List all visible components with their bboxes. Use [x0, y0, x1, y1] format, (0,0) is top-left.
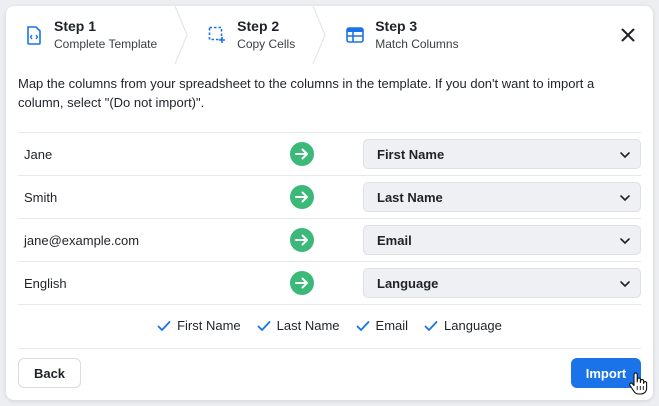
- close-icon: [621, 28, 635, 42]
- arrow-right-icon: [290, 228, 314, 252]
- document-code-icon: [24, 25, 44, 45]
- select-value: Email: [377, 232, 412, 248]
- step-3-title: Step 3: [375, 18, 418, 34]
- arrow-right-icon: [290, 185, 314, 209]
- source-column-label: jane@example.com: [24, 232, 140, 248]
- chevron-down-icon: [620, 281, 630, 288]
- close-button[interactable]: [617, 24, 639, 46]
- select-cells-icon: [207, 25, 227, 45]
- instructions-text: Map the columns from your spreadsheet to…: [18, 76, 595, 110]
- source-column-label: Jane: [24, 146, 53, 162]
- check-icon: [257, 320, 271, 331]
- mapped-columns-summary: First Name Last Name Email Language: [6, 318, 653, 333]
- mapped-column-label: Last Name: [276, 318, 340, 333]
- select-value: Language: [377, 275, 439, 291]
- target-column-select[interactable]: Last Name: [363, 182, 641, 212]
- check-icon: [424, 320, 438, 331]
- table-icon: [345, 25, 365, 45]
- step-2-subtitle: Copy Cells: [237, 37, 296, 51]
- target-column-select[interactable]: Language: [363, 268, 641, 298]
- step-3: Step 3 Match Columns: [327, 6, 459, 64]
- step-3-subtitle: Match Columns: [375, 37, 459, 51]
- source-column-label: Smith: [24, 189, 58, 205]
- back-button[interactable]: Back: [18, 358, 81, 388]
- mapping-row: English Language: [18, 262, 641, 305]
- step-2: Step 2 Copy Cells: [189, 6, 327, 64]
- check-icon: [157, 320, 171, 331]
- mapped-column-label: Language: [444, 318, 502, 333]
- check-icon: [356, 320, 369, 331]
- mapped-column-item: Email: [356, 318, 409, 333]
- select-value: First Name: [377, 146, 445, 162]
- mapping-row: jane@example.com Email: [18, 219, 641, 262]
- step-1: Step 1 Complete Template: [6, 6, 189, 64]
- target-column-select[interactable]: Email: [363, 225, 641, 255]
- chevron-down-icon: [620, 152, 630, 159]
- select-value: Last Name: [377, 189, 443, 205]
- arrow-right-icon: [290, 142, 314, 166]
- mapped-column-label: Email: [375, 318, 409, 333]
- step-separator: [312, 6, 326, 64]
- hand-pointer-cursor-icon: [629, 372, 648, 395]
- mapped-column-item: First Name: [157, 318, 241, 333]
- mapped-column-item: Language: [424, 318, 502, 333]
- arrow-right-icon: [290, 271, 314, 295]
- chevron-down-icon: [620, 195, 630, 202]
- footer-divider: [18, 348, 641, 349]
- step-separator: [174, 6, 188, 64]
- step-2-title: Step 2: [237, 18, 280, 34]
- import-dialog: Step 1 Complete Template Step 2 Copy Cel…: [6, 6, 653, 400]
- mapping-table: Jane First Name Smith Last Name jane@exa…: [18, 132, 641, 305]
- source-column-label: English: [24, 275, 67, 291]
- step-1-title: Step 1: [54, 18, 97, 34]
- target-column-select[interactable]: First Name: [363, 139, 641, 169]
- chevron-down-icon: [620, 238, 630, 245]
- stepper: Step 1 Complete Template Step 2 Copy Cel…: [6, 6, 653, 64]
- mapping-row: Smith Last Name: [18, 176, 641, 219]
- mapped-column-label: First Name: [177, 318, 241, 333]
- mapping-row: Jane First Name: [18, 133, 641, 176]
- mapped-column-item: Last Name: [257, 318, 340, 333]
- step-1-subtitle: Complete Template: [54, 37, 158, 51]
